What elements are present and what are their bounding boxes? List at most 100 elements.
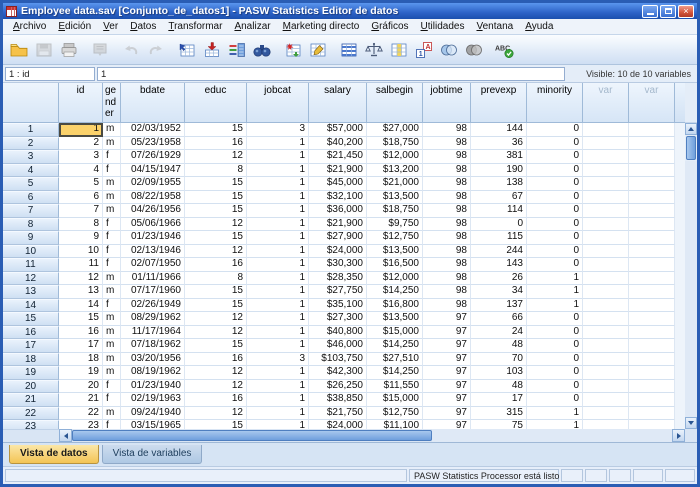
cell-educ-row23[interactable]: 15 [185,420,247,429]
cell-bdate-row7[interactable]: 04/26/1956 [121,204,185,218]
cell-jobtime-row8[interactable]: 98 [423,218,471,232]
goto-case-icon[interactable] [174,38,199,62]
cell-bdate-row17[interactable]: 07/18/1962 [121,339,185,353]
cell-educ-row5[interactable]: 15 [185,177,247,191]
menu-item-datos[interactable]: Datos [124,20,162,33]
cell-bdate-row8[interactable]: 05/06/1966 [121,218,185,232]
cell-minority-row12[interactable]: 1 [527,272,583,286]
cell-prevexp-row17[interactable]: 48 [471,339,527,353]
cell-bdate-row14[interactable]: 02/26/1949 [121,299,185,313]
cell-bdate-row23[interactable]: 03/15/1965 [121,420,185,429]
menu-item-transformar[interactable]: Transformar [162,20,228,33]
cell-salary-row16[interactable]: $40,800 [309,326,367,340]
split-file-icon[interactable] [336,38,361,62]
cell-prevexp-row4[interactable]: 190 [471,164,527,178]
cell-salary-row15[interactable]: $27,300 [309,312,367,326]
cell-var-row23[interactable] [629,420,675,429]
cell-bdate-row5[interactable]: 02/09/1955 [121,177,185,191]
cell-educ-row18[interactable]: 16 [185,353,247,367]
menu-item-edición[interactable]: Edición [52,20,97,33]
goto-variable-icon[interactable] [199,38,224,62]
cell-jobtime-row5[interactable]: 98 [423,177,471,191]
column-header-jobcat[interactable]: jobcat [247,83,309,122]
cell-var-row7[interactable] [583,204,629,218]
row-number-7[interactable]: 7 [3,204,59,218]
cell-educ-row10[interactable]: 12 [185,245,247,259]
cell-salbegin-row2[interactable]: $18,750 [367,137,423,151]
cell-salary-row20[interactable]: $26,250 [309,380,367,394]
cell-var-row14[interactable] [629,299,675,313]
cell-jobtime-row22[interactable]: 97 [423,407,471,421]
cell-jobcat-row16[interactable]: 1 [247,326,309,340]
cell-gender-row16[interactable]: m [103,326,121,340]
menu-item-archivo[interactable]: Archivo [7,20,52,33]
cell-var-row10[interactable] [583,245,629,259]
cell-educ-row12[interactable]: 8 [185,272,247,286]
cell-id-row15[interactable]: 15 [59,312,103,326]
cell-jobtime-row15[interactable]: 97 [423,312,471,326]
cell-id-row5[interactable]: 5 [59,177,103,191]
cell-salbegin-row15[interactable]: $13,500 [367,312,423,326]
cell-prevexp-row20[interactable]: 48 [471,380,527,394]
cell-var-row11[interactable] [629,258,675,272]
cell-var-row20[interactable] [583,380,629,394]
cell-gender-row13[interactable]: m [103,285,121,299]
cell-id-row4[interactable]: 4 [59,164,103,178]
cell-salbegin-row20[interactable]: $11,550 [367,380,423,394]
cell-prevexp-row16[interactable]: 24 [471,326,527,340]
cell-minority-row19[interactable]: 0 [527,366,583,380]
cell-minority-row16[interactable]: 0 [527,326,583,340]
cell-var-row15[interactable] [629,312,675,326]
cell-salary-row1[interactable]: $57,000 [309,123,367,137]
cell-salbegin-row14[interactable]: $16,800 [367,299,423,313]
cell-var-row5[interactable] [629,177,675,191]
cell-salbegin-row6[interactable]: $13,500 [367,191,423,205]
cell-prevexp-row12[interactable]: 26 [471,272,527,286]
cell-jobcat-row20[interactable]: 1 [247,380,309,394]
cell-jobtime-row16[interactable]: 97 [423,326,471,340]
cell-bdate-row18[interactable]: 03/20/1956 [121,353,185,367]
select-cases-icon[interactable] [386,38,411,62]
cell-id-row2[interactable]: 2 [59,137,103,151]
cell-jobcat-row6[interactable]: 1 [247,191,309,205]
cell-id-row16[interactable]: 16 [59,326,103,340]
menu-item-ver[interactable]: Ver [97,20,124,33]
row-number-11[interactable]: 11 [3,258,59,272]
cell-educ-row11[interactable]: 16 [185,258,247,272]
column-header-minority[interactable]: minority [527,83,583,122]
cell-id-row9[interactable]: 9 [59,231,103,245]
cell-salbegin-row17[interactable]: $14,250 [367,339,423,353]
cell-var-row22[interactable] [629,407,675,421]
cell-jobtime-row23[interactable]: 97 [423,420,471,429]
cell-prevexp-row8[interactable]: 0 [471,218,527,232]
cell-gender-row3[interactable]: f [103,150,121,164]
cell-jobcat-row10[interactable]: 1 [247,245,309,259]
cell-salbegin-row11[interactable]: $16,500 [367,258,423,272]
cell-bdate-row12[interactable]: 01/11/1966 [121,272,185,286]
cell-var-row16[interactable] [583,326,629,340]
cell-minority-row1[interactable]: 0 [527,123,583,137]
row-number-20[interactable]: 20 [3,380,59,394]
cell-salary-row14[interactable]: $35,100 [309,299,367,313]
cell-var-row17[interactable] [629,339,675,353]
tab-variable-view[interactable]: Vista de variables [102,445,203,464]
horizontal-scroll-thumb[interactable] [72,430,432,441]
cell-salbegin-row7[interactable]: $18,750 [367,204,423,218]
cell-jobcat-row21[interactable]: 1 [247,393,309,407]
cell-prevexp-row14[interactable]: 137 [471,299,527,313]
cell-educ-row2[interactable]: 16 [185,137,247,151]
cell-prevexp-row10[interactable]: 244 [471,245,527,259]
cell-gender-row8[interactable]: f [103,218,121,232]
cell-var-row22[interactable] [583,407,629,421]
cell-minority-row21[interactable]: 0 [527,393,583,407]
cell-salary-row4[interactable]: $21,900 [309,164,367,178]
cell-var-row8[interactable] [583,218,629,232]
cell-bdate-row4[interactable]: 04/15/1947 [121,164,185,178]
cell-educ-row9[interactable]: 15 [185,231,247,245]
row-number-17[interactable]: 17 [3,339,59,353]
cell-var-row2[interactable] [629,137,675,151]
cell-bdate-row22[interactable]: 09/24/1940 [121,407,185,421]
cell-gender-row22[interactable]: m [103,407,121,421]
cell-jobtime-row2[interactable]: 98 [423,137,471,151]
cell-prevexp-row15[interactable]: 66 [471,312,527,326]
